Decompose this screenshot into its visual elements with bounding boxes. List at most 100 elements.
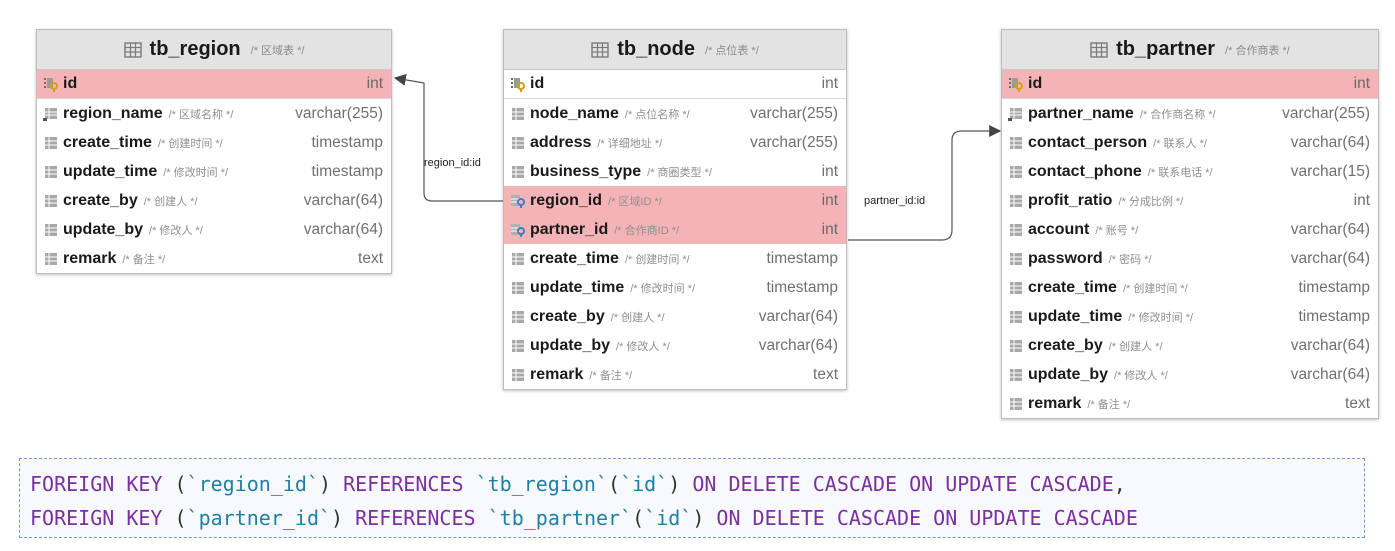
sql-keyword: FOREIGN KEY [30, 506, 163, 530]
column-type: varchar(255) [295, 104, 383, 122]
column-row-contact-person[interactable]: contact_person /* 联系人 */ varchar(64) [1002, 128, 1378, 157]
column-icon [510, 106, 526, 122]
primary-key-icon [1008, 76, 1024, 92]
index-column-icon [43, 106, 59, 122]
column-row-update-time[interactable]: update_time /* 修改时间 */ timestamp [504, 273, 846, 302]
column-name: id [530, 75, 545, 92]
column-row-create-time[interactable]: create_time /* 创建时间 */ timestamp [504, 244, 846, 273]
column-type: timestamp [311, 133, 384, 151]
column-row-create-time[interactable]: create_time /* 创建时间 */ timestamp [1002, 273, 1378, 302]
column-comment: /* 区域ID */ [608, 195, 662, 208]
table-tb-partner[interactable]: tb_partner /* 合作商表 */ id int partner_name /* … [1001, 29, 1379, 419]
column-icon [510, 164, 526, 180]
column-icon [1008, 367, 1024, 383]
sql-keyword: ON DELETE CASCADE ON UPDATE CASCADE [692, 472, 1114, 496]
region-relation-label: region_id:id [424, 157, 481, 169]
column-row-contact-phone[interactable]: contact_phone /* 联系电话 */ varchar(15) [1002, 157, 1378, 186]
column-name: update_time [63, 162, 158, 180]
sql-line: FOREIGN KEY (`partner_id`) REFERENCES `t… [30, 501, 1364, 535]
column-row-account[interactable]: account /* 账号 */ varchar(64) [1002, 215, 1378, 244]
column-name: create_time [530, 249, 619, 267]
sql-identifier: `region_id` [186, 472, 319, 496]
column-row-id[interactable]: id int [504, 70, 846, 99]
column-icon [43, 222, 59, 238]
sql-keyword: REFERENCES [355, 506, 476, 530]
sql-identifier: `tb_partner` [487, 506, 633, 530]
column-row-region-id[interactable]: region_id /* 区域ID */ int [504, 186, 846, 215]
column-name: update_time [1028, 307, 1123, 325]
column-comment: /* 修改时间 */ [630, 282, 696, 295]
table-header[interactable]: tb_region /* 区域表 */ [37, 30, 391, 70]
table-icon [123, 41, 142, 58]
column-name: remark [1028, 394, 1082, 412]
column-name: update_by [1028, 365, 1109, 383]
column-row-id[interactable]: id int [37, 70, 391, 99]
column-row-update-by[interactable]: update_by /* 修改人 */ varchar(64) [1002, 360, 1378, 389]
partner-relation-label: partner_id:id [864, 195, 926, 207]
column-row-remark[interactable]: remark /* 备注 */ text [37, 244, 391, 273]
column-row-remark[interactable]: remark /* 备注 */ text [1002, 389, 1378, 418]
column-type: varchar(64) [1290, 133, 1370, 151]
column-comment: /* 联系人 */ [1153, 137, 1207, 150]
column-icon [1008, 222, 1024, 238]
column-name: region_name [63, 104, 163, 122]
column-row-update-by[interactable]: update_by /* 修改人 */ varchar(64) [37, 215, 391, 244]
region-relation-line [393, 73, 504, 202]
column-row-partner-name[interactable]: partner_name /* 合作商名称 */ varchar(255) [1002, 99, 1378, 128]
column-row-region-name[interactable]: region_name /* 区域名称 */ varchar(255) [37, 99, 391, 128]
sql-foreign-key-snippet: FOREIGN KEY (`region_id`) REFERENCES `tb… [19, 458, 1365, 538]
sql-identifier: `id` [644, 506, 693, 530]
column-row-node-name[interactable]: node_name /* 点位名称 */ varchar(255) [504, 99, 846, 128]
column-name: update_by [63, 220, 144, 238]
column-type: text [1345, 394, 1370, 412]
table-tb-node[interactable]: tb_node /* 点位表 */ id int node_name /* 点位名称 */… [503, 29, 847, 390]
column-type: varchar(64) [303, 220, 383, 238]
column-name: contact_phone [1028, 162, 1142, 180]
column-row-update-time[interactable]: update_time /* 修改时间 */ timestamp [37, 157, 391, 186]
column-row-partner-id[interactable]: partner_id /* 合作商ID */ int [504, 215, 846, 244]
column-type: varchar(64) [758, 336, 838, 354]
sql-identifier: `partner_id` [186, 506, 332, 530]
column-icon [43, 135, 59, 151]
column-icon [1008, 309, 1024, 325]
column-comment: /* 合作商ID */ [614, 224, 680, 237]
column-comment: /* 创建人 */ [610, 311, 665, 324]
column-row-id[interactable]: id int [1002, 70, 1378, 99]
column-icon [43, 251, 59, 267]
column-row-create-by[interactable]: create_by /* 创建人 */ varchar(64) [504, 302, 846, 331]
column-comment: /* 创建时间 */ [157, 137, 223, 150]
column-type: varchar(64) [1290, 365, 1370, 383]
column-row-password[interactable]: password /* 密码 */ varchar(64) [1002, 244, 1378, 273]
column-row-update-by[interactable]: update_by /* 修改人 */ varchar(64) [504, 331, 846, 360]
column-row-update-time[interactable]: update_time /* 修改时间 */ timestamp [1002, 302, 1378, 331]
column-row-create-time[interactable]: create_time /* 创建时间 */ timestamp [37, 128, 391, 157]
sql-punctuation: ) [331, 506, 356, 530]
column-icon [510, 338, 526, 354]
column-comment: /* 备注 */ [1087, 398, 1131, 411]
column-comment: /* 点位名称 */ [624, 108, 690, 121]
column-row-create-by[interactable]: create_by /* 创建人 */ varchar(64) [1002, 331, 1378, 360]
table-header[interactable]: tb_partner /* 合作商表 */ [1002, 30, 1378, 70]
column-comment: /* 账号 */ [1095, 224, 1139, 237]
column-row-business-type[interactable]: business_type /* 商圈类型 */ int [504, 157, 846, 186]
column-type: varchar(255) [750, 133, 838, 151]
column-comment: /* 修改人 */ [1114, 369, 1168, 382]
column-row-remark[interactable]: remark /* 备注 */ text [504, 360, 846, 389]
column-icon [1008, 251, 1024, 267]
column-comment: /* 合作商名称 */ [1139, 108, 1216, 121]
column-icon [510, 251, 526, 267]
table-header[interactable]: tb_node /* 点位表 */ [504, 30, 846, 70]
column-row-address[interactable]: address /* 详细地址 */ varchar(255) [504, 128, 846, 157]
table-icon [591, 41, 609, 58]
sql-keyword: REFERENCES [343, 472, 464, 496]
column-type: varchar(64) [1290, 220, 1370, 238]
column-name: remark [530, 365, 584, 383]
column-row-create-by[interactable]: create_by /* 创建人 */ varchar(64) [37, 186, 391, 215]
table-name: tb_node [617, 38, 695, 60]
column-row-profit-ratio[interactable]: profit_ratio /* 分成比例 */ int [1002, 186, 1378, 215]
column-name: create_by [530, 307, 605, 325]
column-name: profit_ratio [1028, 191, 1113, 209]
column-type: varchar(64) [758, 307, 838, 325]
column-icon [510, 309, 526, 325]
table-tb-region[interactable]: tb_region /* 区域表 */ id int region_name /* 区域名… [36, 29, 392, 274]
